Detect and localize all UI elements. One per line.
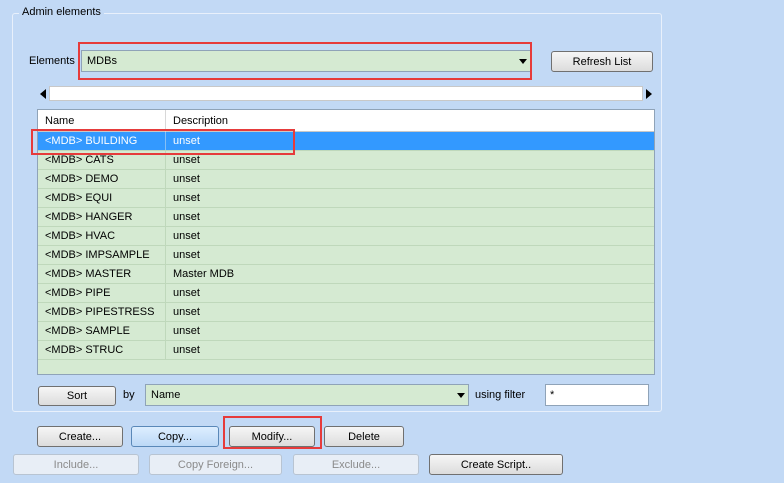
filter-input[interactable]: *: [545, 384, 649, 406]
cell-name: <MDB> CATS: [38, 151, 166, 169]
elements-table[interactable]: Name Description <MDB> BUILDING unset <MDB…: [37, 109, 655, 375]
table-row[interactable]: <MDB> HANGER unset: [38, 208, 654, 227]
cell-name: <MDB> STRUC: [38, 341, 166, 359]
sort-button[interactable]: Sort: [38, 386, 116, 406]
cell-name: <MDB> IMPSAMPLE: [38, 246, 166, 264]
modify-button[interactable]: Modify...: [229, 426, 315, 447]
scroll-track[interactable]: [49, 86, 643, 101]
refresh-list-button[interactable]: Refresh List: [551, 51, 653, 72]
filter-input-value: *: [550, 389, 555, 401]
exclude-button[interactable]: Exclude...: [293, 454, 419, 475]
cell-description: unset: [173, 287, 200, 299]
column-header-description[interactable]: Description: [166, 110, 654, 132]
copy-button[interactable]: Copy...: [131, 426, 219, 447]
table-row[interactable]: <MDB> PIPESTRESS unset: [38, 303, 654, 322]
table-row[interactable]: <MDB> CATS unset: [38, 151, 654, 170]
group-title: Admin elements: [19, 6, 104, 18]
table-body: <MDB> BUILDING unset <MDB> CATS unset <MDB> …: [38, 132, 654, 360]
filter-label: using filter: [475, 389, 526, 401]
by-label: by: [123, 389, 135, 401]
cell-name: <MDB> PIPE: [38, 284, 166, 302]
scroll-right-icon[interactable]: [646, 89, 652, 99]
cell-name: <MDB> DEMO: [38, 170, 166, 188]
table-row[interactable]: <MDB> BUILDING unset: [38, 132, 654, 151]
cell-name: <MDB> PIPESTRESS: [38, 303, 166, 321]
horizontal-scrollbar[interactable]: [37, 84, 655, 103]
include-button[interactable]: Include...: [13, 454, 139, 475]
elements-dropdown[interactable]: MDBs: [81, 50, 531, 72]
table-row[interactable]: <MDB> IMPSAMPLE unset: [38, 246, 654, 265]
table-row[interactable]: <MDB> STRUC unset: [38, 341, 654, 360]
table-row[interactable]: <MDB> MASTER Master MDB: [38, 265, 654, 284]
copy-foreign-button[interactable]: Copy Foreign...: [149, 454, 282, 475]
cell-name: <MDB> HVAC: [38, 227, 166, 245]
cell-description: unset: [173, 135, 200, 147]
table-row[interactable]: <MDB> PIPE unset: [38, 284, 654, 303]
chevron-down-icon[interactable]: [519, 59, 527, 64]
table-row[interactable]: <MDB> DEMO unset: [38, 170, 654, 189]
table-row[interactable]: <MDB> SAMPLE unset: [38, 322, 654, 341]
cell-description: unset: [173, 230, 200, 242]
chevron-down-icon[interactable]: [457, 393, 465, 398]
cell-description: Master MDB: [173, 268, 235, 280]
cell-description: unset: [173, 173, 200, 185]
delete-button[interactable]: Delete: [324, 426, 404, 447]
cell-name: <MDB> HANGER: [38, 208, 166, 226]
scroll-left-icon[interactable]: [40, 89, 46, 99]
cell-description: unset: [173, 154, 200, 166]
cell-description: unset: [173, 344, 200, 356]
elements-label: Elements: [29, 55, 75, 67]
cell-name: <MDB> SAMPLE: [38, 322, 166, 340]
cell-description: unset: [173, 192, 200, 204]
create-button[interactable]: Create...: [37, 426, 123, 447]
sort-by-value: Name: [151, 389, 181, 401]
cell-name: <MDB> MASTER: [38, 265, 166, 283]
column-header-name[interactable]: Name: [38, 110, 166, 132]
cell-name: <MDB> BUILDING: [38, 132, 166, 150]
cell-name: <MDB> EQUI: [38, 189, 166, 207]
cell-description: unset: [173, 211, 200, 223]
cell-description: unset: [173, 325, 200, 337]
table-row[interactable]: <MDB> HVAC unset: [38, 227, 654, 246]
cell-description: unset: [173, 249, 200, 261]
table-row[interactable]: <MDB> EQUI unset: [38, 189, 654, 208]
elements-dropdown-value: MDBs: [87, 55, 117, 67]
sort-by-dropdown[interactable]: Name: [145, 384, 469, 406]
cell-description: unset: [173, 306, 200, 318]
table-header: Name Description: [38, 110, 654, 132]
create-script-button[interactable]: Create Script..: [429, 454, 563, 475]
